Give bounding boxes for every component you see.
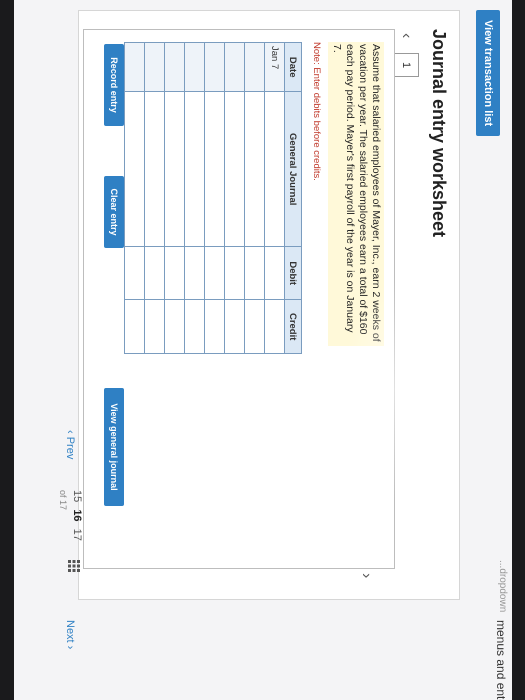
note-text: Note: Enter debits before credits.	[311, 42, 322, 181]
screen: ...dropdown menus and enter View transac…	[14, 0, 512, 700]
credit-cell[interactable]	[144, 299, 165, 354]
debit-cell[interactable]	[224, 246, 245, 300]
page-number-current[interactable]: 16	[70, 509, 84, 521]
header-debit: Debit	[284, 246, 302, 300]
table-row	[124, 42, 145, 354]
table-row: Jan 7	[264, 42, 285, 354]
instruction-text: Assume that salaried employees of Mayer,…	[328, 42, 384, 346]
debit-cell[interactable]	[184, 246, 205, 300]
credit-cell[interactable]	[244, 299, 265, 354]
table-row	[244, 42, 265, 354]
pagination: ‹ Prev 15 16 17 of 17 Next ›	[24, 430, 84, 690]
record-entry-button[interactable]: Record entry	[104, 44, 124, 126]
account-cell[interactable]	[164, 91, 185, 247]
date-cell[interactable]: Jan 7	[264, 42, 285, 92]
entry-box: Assume that salaried employees of Mayer,…	[83, 29, 395, 569]
date-cell[interactable]	[124, 42, 145, 92]
date-cell[interactable]	[204, 42, 225, 92]
credit-cell[interactable]	[264, 299, 285, 354]
table-row	[184, 42, 205, 354]
debit-cell[interactable]	[264, 246, 285, 300]
journal-table: Date General Journal Debit Credit Jan 7	[124, 42, 302, 354]
page-numbers: 15 16 17	[70, 490, 84, 545]
page-total: of 17	[58, 490, 68, 511]
view-general-journal-button[interactable]: View general journal	[104, 388, 124, 506]
date-cell[interactable]	[184, 42, 205, 92]
journal-worksheet-panel: Journal entry worksheet ‹ 1 › Assume tha…	[78, 10, 460, 600]
credit-cell[interactable]	[224, 299, 245, 354]
account-cell[interactable]	[224, 91, 245, 247]
prev-page-link[interactable]: ‹ Prev	[64, 430, 76, 459]
account-cell[interactable]	[264, 91, 285, 247]
account-cell[interactable]	[184, 91, 205, 247]
credit-cell[interactable]	[124, 299, 145, 354]
page-title: Journal entry worksheet	[429, 29, 449, 238]
credit-cell[interactable]	[184, 299, 205, 354]
date-cell[interactable]	[224, 42, 245, 92]
date-cell[interactable]	[144, 42, 165, 92]
account-cell[interactable]	[124, 91, 145, 247]
debit-cell[interactable]	[204, 246, 225, 300]
entry-tab-1[interactable]: 1	[394, 53, 419, 77]
chevron-right-icon[interactable]: ›	[357, 573, 375, 578]
table-row	[224, 42, 245, 354]
debit-cell[interactable]	[144, 246, 165, 300]
grid-icon[interactable]	[68, 560, 80, 572]
clear-entry-button[interactable]: Clear entry	[104, 176, 124, 248]
header-date: Date	[284, 42, 302, 92]
header-credit: Credit	[284, 299, 302, 354]
debit-cell[interactable]	[124, 246, 145, 300]
account-cell[interactable]	[244, 91, 265, 247]
date-cell[interactable]	[244, 42, 265, 92]
table-row	[144, 42, 165, 354]
account-cell[interactable]	[144, 91, 165, 247]
credit-cell[interactable]	[164, 299, 185, 354]
chevron-left-icon[interactable]: ‹	[397, 33, 415, 38]
debit-cell[interactable]	[244, 246, 265, 300]
page-number[interactable]: 15	[70, 490, 84, 502]
debit-cell[interactable]	[164, 246, 185, 300]
banner-text: menus and enter	[494, 620, 508, 700]
table-row	[204, 42, 225, 354]
view-transaction-list-button[interactable]: View transaction list	[476, 10, 500, 137]
table-row	[164, 42, 185, 354]
account-cell[interactable]	[204, 91, 225, 247]
date-cell[interactable]	[164, 42, 185, 92]
credit-cell[interactable]	[204, 299, 225, 354]
page-number[interactable]: 17	[70, 529, 84, 541]
header-general-journal: General Journal	[284, 91, 302, 247]
next-page-link[interactable]: Next ›	[64, 620, 76, 649]
